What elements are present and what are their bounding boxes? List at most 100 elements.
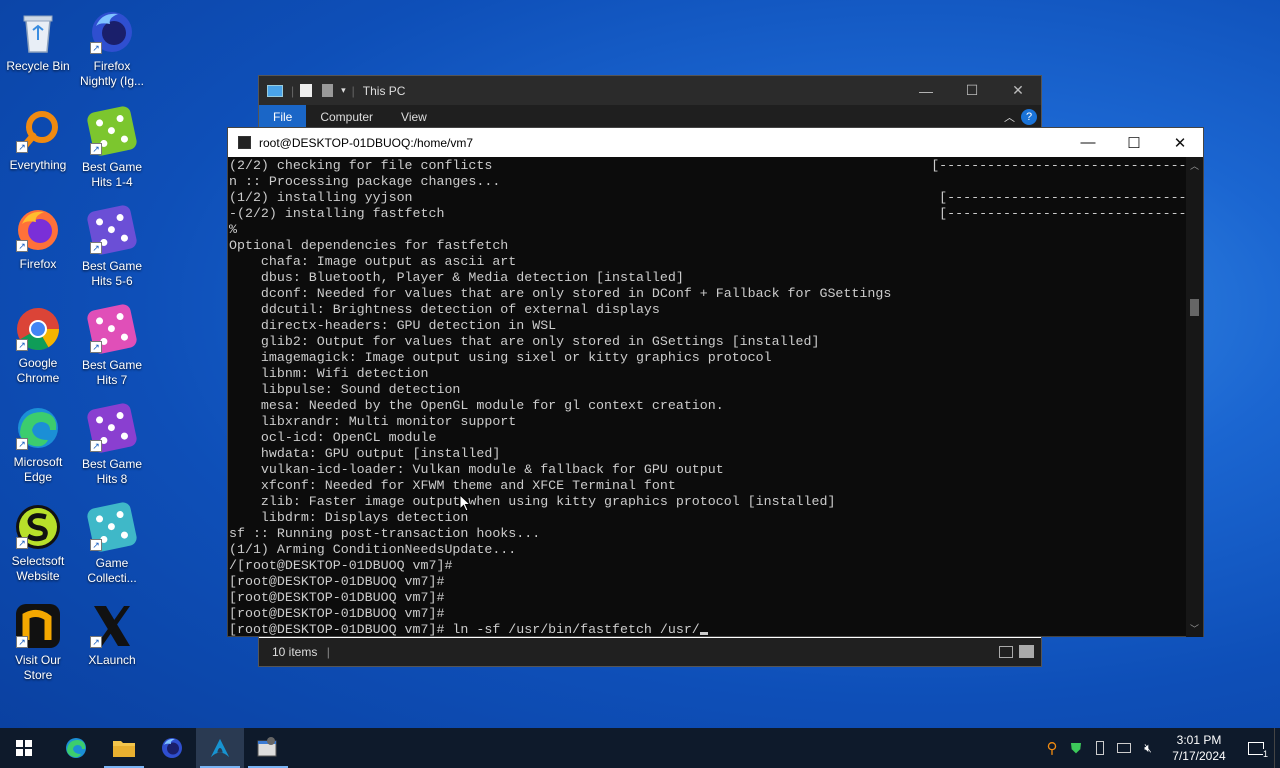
desktop-icon-label: Firefox Nightly (Ig...	[79, 59, 145, 88]
terminal-line: (2/2) checking for file conflicts [-----…	[229, 158, 1188, 173]
tab-file[interactable]: File	[259, 105, 307, 129]
show-desktop-button[interactable]	[1274, 728, 1280, 768]
firefox-shortcut[interactable]: ↗ Firefox	[0, 206, 76, 272]
everything-shortcut[interactable]: ↗ Everything	[0, 107, 76, 173]
best-game-hits-5-6-shortcut[interactable]: ↗ Best Game Hits 5-6	[74, 203, 150, 289]
best-game-hits-8-shortcut[interactable]: ↗ Best Game Hits 8	[74, 401, 150, 487]
terminal-line: hwdata: GPU output [installed]	[229, 446, 501, 461]
terminal-window[interactable]: root@DESKTOP-01DBUOQ:/home/vm7 — ☐ ✕ (2/…	[227, 127, 1204, 637]
taskbar-edge[interactable]	[52, 728, 100, 768]
game-collection-shortcut[interactable]: ↗ Game Collecti...	[74, 500, 150, 586]
customize-toolbar-icon[interactable]: ▾	[341, 85, 346, 96]
firefox-nightly-shortcut[interactable]: ↗ Firefox Nightly (Ig...	[74, 8, 150, 89]
explorer-titlebar[interactable]: | ▾ | This PC — ☐ ✕	[259, 76, 1041, 105]
app-window-icon	[257, 737, 277, 757]
system-tray: ⚲ ⛊ 🔇︎ 3:01 PM 7/17/2024 1	[1040, 728, 1280, 768]
teal-dice-icon: ↗	[85, 500, 139, 554]
everything-tray-icon[interactable]: ⚲	[1040, 728, 1064, 768]
windows-logo-icon	[16, 740, 32, 756]
close-button[interactable]: ✕	[995, 76, 1041, 105]
help-icon[interactable]: ?	[1021, 109, 1037, 125]
google-chrome-shortcut[interactable]: ↗ Google Chrome	[0, 305, 76, 386]
tab-view[interactable]: View	[387, 105, 441, 129]
desktop-icon-label: Firefox	[19, 257, 57, 271]
terminal-line: ocl-icd: OpenCL module	[229, 430, 437, 445]
text-cursor	[699, 632, 708, 635]
terminal-line: libnm: Wifi detection	[229, 366, 429, 381]
best-game-hits-1-4-shortcut[interactable]: ↗ Best Game Hits 1-4	[74, 104, 150, 190]
clock-time: 3:01 PM	[1176, 733, 1222, 747]
maximize-button[interactable]: ☐	[1111, 128, 1157, 157]
maximize-button[interactable]: ☐	[949, 76, 995, 105]
purple-dice-icon: ↗	[85, 203, 139, 257]
selectsoft-website-shortcut[interactable]: ↗ Selectsoft Website	[0, 503, 76, 584]
details-view-icon[interactable]	[999, 646, 1013, 658]
shortcut-arrow-icon: ↗	[90, 143, 102, 155]
collapse-ribbon-icon[interactable]: ︿	[1004, 109, 1015, 125]
terminal-line: dbus: Bluetooth, Player & Media detectio…	[229, 270, 684, 285]
tab-computer[interactable]: Computer	[306, 105, 387, 129]
firefox-nightly-icon	[162, 738, 182, 758]
taskbar-firefox-nightly[interactable]	[148, 728, 196, 768]
large-icons-view-icon[interactable]	[1019, 645, 1034, 658]
shortcut-arrow-icon: ↗	[16, 339, 28, 351]
mouse-cursor-icon	[459, 494, 471, 512]
terminal-line: (1/2) installing yyjson [---------------…	[229, 190, 1188, 205]
shortcut-arrow-icon: ↗	[90, 636, 102, 648]
desktop-icon-label: Game Collecti...	[87, 556, 137, 585]
recycle-bin-shortcut[interactable]: Recycle Bin	[0, 8, 76, 74]
security-shield-icon[interactable]: ⛊	[1064, 728, 1088, 768]
shortcut-arrow-icon: ↗	[16, 537, 28, 549]
visit-our-store-shortcut[interactable]: ↗ Visit Our Store	[0, 602, 76, 683]
clock[interactable]: 3:01 PM 7/17/2024	[1160, 732, 1238, 764]
terminal-line: sf :: Running post-transaction hooks...	[229, 526, 541, 541]
properties-icon[interactable]	[300, 84, 313, 97]
terminal-line: [root@DESKTOP-01DBUOQ vm7]# ln -sf /usr/…	[229, 622, 1188, 637]
scrollbar-thumb[interactable]	[1190, 299, 1199, 316]
volume-muted-icon[interactable]: 🔇︎	[1136, 728, 1160, 768]
taskbar-arch-terminal[interactable]	[196, 728, 244, 768]
desktop-icon-label: Google Chrome	[16, 356, 60, 385]
notification-count: 1	[1262, 749, 1268, 759]
arch-linux-icon	[210, 738, 230, 758]
usb-device-icon[interactable]	[1088, 728, 1112, 768]
taskbar-file-explorer[interactable]	[100, 728, 148, 768]
minimize-button[interactable]: —	[903, 76, 949, 105]
desktop-icon-label: Selectsoft Website	[11, 554, 65, 583]
start-button[interactable]	[0, 728, 48, 768]
terminal-line: -(2/2) installing fastfetch [-----------…	[229, 206, 1188, 221]
firefox-nightly-icon: ↗	[88, 8, 136, 56]
shortcut-arrow-icon: ↗	[16, 636, 28, 648]
green-dice-icon: ↗	[85, 104, 139, 158]
quick-access-separator: |	[291, 83, 295, 98]
scroll-down-icon[interactable]: ﹀	[1190, 622, 1199, 635]
selectsoft-logo-icon: ↗	[14, 503, 62, 551]
terminal-line: [root@DESKTOP-01DBUOQ vm7]#	[229, 574, 445, 589]
clock-date: 7/17/2024	[1172, 749, 1226, 763]
terminal-line: Optional dependencies for fastfetch	[229, 238, 509, 253]
terminal-scrollbar[interactable]: ︿ ﹀	[1186, 157, 1203, 637]
xlaunch-shortcut[interactable]: ↗ XLaunch	[74, 602, 150, 668]
new-folder-icon[interactable]	[322, 84, 334, 97]
shortcut-arrow-icon: ↗	[90, 539, 102, 551]
scroll-up-icon[interactable]: ︿	[1190, 159, 1199, 172]
desktop-icon-label: Visit Our Store	[15, 653, 61, 682]
item-count: 10 items	[272, 645, 318, 659]
terminal-output[interactable]: (2/2) checking for file conflicts [-----…	[228, 157, 1188, 637]
terminal-line: chafa: Image output as ascii art	[229, 254, 517, 269]
desktop-icon-label: Best Game Hits 8	[81, 457, 143, 486]
best-game-hits-7-shortcut[interactable]: ↗ Best Game Hits 7	[74, 302, 150, 388]
taskbar-xlaunch-app[interactable]	[244, 728, 292, 768]
notification-center-icon[interactable]: 1	[1238, 728, 1274, 768]
desktop-icon-label: Best Game Hits 1-4	[81, 160, 143, 189]
network-icon[interactable]	[1112, 728, 1136, 768]
shortcut-arrow-icon: ↗	[16, 240, 28, 252]
microsoft-edge-shortcut[interactable]: ↗ Microsoft Edge	[0, 404, 76, 485]
minimize-button[interactable]: —	[1065, 128, 1111, 157]
folder-icon	[113, 741, 135, 757]
recycle-bin-icon	[14, 8, 62, 56]
shortcut-arrow-icon: ↗	[16, 438, 28, 450]
terminal-line: [root@DESKTOP-01DBUOQ vm7]#	[229, 590, 445, 605]
terminal-titlebar[interactable]: root@DESKTOP-01DBUOQ:/home/vm7 — ☐ ✕	[228, 128, 1203, 157]
close-button[interactable]: ✕	[1157, 128, 1203, 157]
